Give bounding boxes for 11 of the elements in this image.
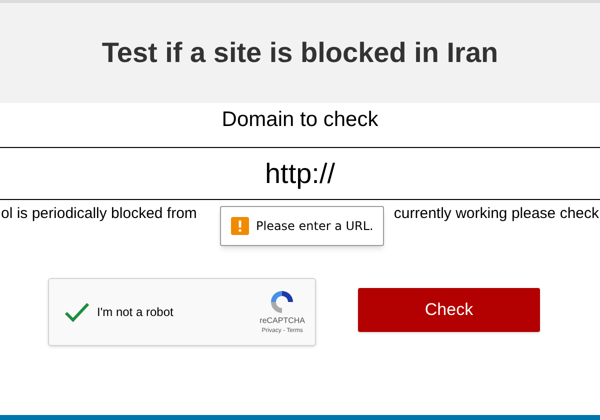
page-title: Test if a site is blocked in Iran <box>102 36 498 70</box>
recaptcha-logo-icon <box>269 288 296 314</box>
warning-icon <box>231 217 249 235</box>
note-text: ol is periodically blocked from <box>1 204 197 224</box>
check-button[interactable]: Check <box>358 288 540 332</box>
url-input-field[interactable]: http:// <box>0 147 600 200</box>
captcha-label: I'm not a robot <box>97 304 174 321</box>
note-text: currently working please check <box>394 204 599 224</box>
tooltip-text: Please enter a URL. <box>256 218 374 235</box>
field-label: Domain to check <box>222 107 378 133</box>
captcha-brand: reCAPTCHA <box>260 314 305 326</box>
